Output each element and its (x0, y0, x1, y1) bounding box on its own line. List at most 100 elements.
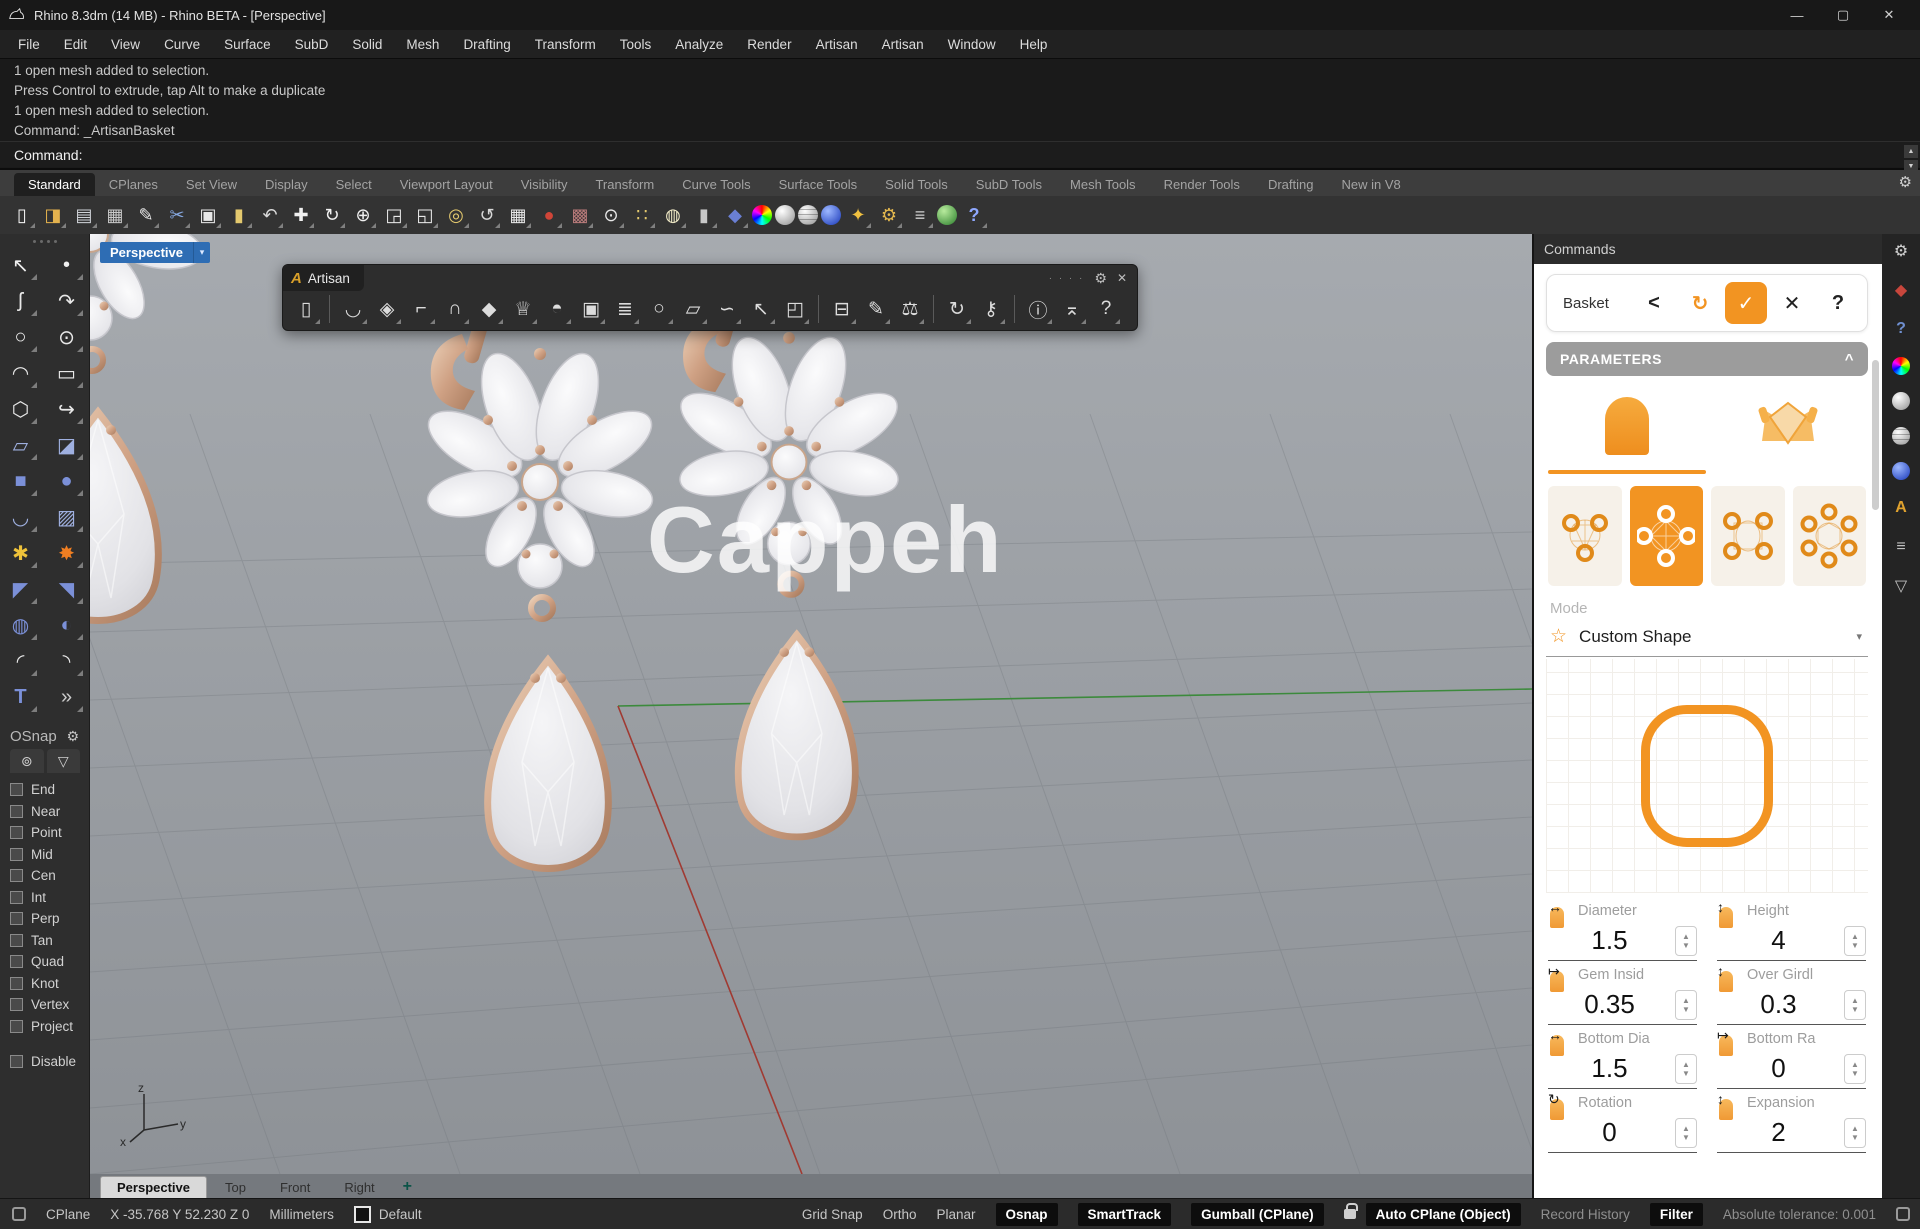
toolbar-tab[interactable]: Solid Tools (871, 173, 962, 196)
settings-gears-icon[interactable]: ⚙ (875, 201, 903, 229)
parameter-spinner[interactable]: ▲▼ (1844, 1054, 1866, 1084)
funnel-icon[interactable]: ▽ (1890, 575, 1912, 597)
menu-item[interactable]: Drafting (451, 33, 522, 56)
parameter-value[interactable]: 0 (1548, 1117, 1671, 1148)
status-item[interactable]: Gumball (CPlane) (1191, 1203, 1324, 1226)
basket-icon[interactable]: ◓ (542, 294, 572, 324)
status-item[interactable]: Osnap (996, 1203, 1058, 1226)
paste-icon[interactable]: ▮ (225, 201, 253, 229)
status-item[interactable]: Filter (1650, 1203, 1703, 1226)
osnap-checkbox[interactable] (10, 998, 23, 1011)
osnap-checkbox[interactable] (10, 869, 23, 882)
eternity-ring-icon[interactable]: ○ (644, 294, 674, 324)
select-cursor-icon[interactable]: ↖ (3, 248, 39, 282)
scroll-up-icon[interactable]: ▲ (1904, 145, 1918, 158)
record-history-icon[interactable]: ≡ (906, 201, 934, 229)
tutorials-icon[interactable]: ⌅ (1057, 294, 1087, 324)
save-icon[interactable]: ▤ (70, 201, 98, 229)
edit-notes-icon[interactable]: ✎ (132, 201, 160, 229)
osnap-checkbox[interactable] (10, 1020, 23, 1033)
viewport-tab[interactable]: Perspective (100, 1176, 207, 1198)
sketch-pencil-icon[interactable]: ✎ (861, 294, 891, 324)
menu-item[interactable]: Surface (212, 33, 283, 56)
parameter-spinner[interactable]: ▲▼ (1844, 926, 1866, 956)
osnap-item[interactable]: Near (10, 801, 83, 823)
gemstone-icon[interactable]: ◆ (474, 294, 504, 324)
boolean-union-icon[interactable]: ◍ (3, 608, 39, 642)
curve-tools-icon[interactable]: ↷ (49, 284, 85, 318)
osnap-disable-checkbox[interactable] (10, 1055, 23, 1068)
toolbar-gear-icon[interactable]: ⚙ (1899, 173, 1912, 191)
selection-filter-icon[interactable]: ∷ (628, 201, 656, 229)
named-view-icon[interactable]: ▩ (566, 201, 594, 229)
display-shield-icon[interactable]: ◆ (721, 201, 749, 229)
toolbar-tab[interactable]: SubD Tools (962, 173, 1056, 196)
menu-item[interactable]: Render (735, 33, 803, 56)
more-tools-icon[interactable]: » (49, 680, 85, 714)
shape-preview[interactable] (1546, 659, 1868, 893)
collapse-chevron-icon[interactable]: ^ (1845, 351, 1854, 368)
confirm-button[interactable]: ✓ (1725, 282, 1767, 324)
fillet-tool-icon[interactable]: ✱ (3, 536, 39, 570)
split-tool-icon[interactable]: ◥ (49, 572, 85, 606)
copy-icon[interactable]: ▣ (194, 201, 222, 229)
menu-item[interactable]: Mesh (394, 33, 451, 56)
viewport-layout-icon[interactable]: ▦ (504, 201, 532, 229)
toolbar-tab[interactable]: Transform (581, 173, 668, 196)
osnap-item[interactable]: Mid (10, 844, 83, 866)
prong-style-3[interactable] (1548, 486, 1622, 586)
help-book-icon[interactable]: ? (1890, 318, 1912, 340)
toolbar-tab[interactable]: Surface Tools (765, 173, 872, 196)
curve-blend-icon[interactable]: ↪ (49, 392, 85, 426)
sync-icon[interactable]: ↻ (942, 294, 972, 324)
viewport-tab[interactable]: Right (328, 1177, 390, 1198)
viewport-tab[interactable]: Top (209, 1177, 262, 1198)
zoom-dynamic-icon[interactable]: ⊕ (349, 201, 377, 229)
osnap-disable[interactable]: Disable (10, 1051, 83, 1073)
command-prompt[interactable]: Command: (0, 141, 1920, 167)
osnap-checkbox[interactable] (10, 805, 23, 818)
control-point-curve-icon[interactable]: ʃ (3, 284, 39, 318)
osnap-item[interactable]: End (10, 779, 83, 801)
prong-style-4-square[interactable] (1711, 486, 1785, 586)
shank-icon[interactable]: ⌐ (406, 294, 436, 324)
grid-sphere-icon[interactable] (1892, 427, 1910, 445)
menu-item[interactable]: Curve (152, 33, 212, 56)
toolbar-tab[interactable]: Render Tools (1150, 173, 1254, 196)
viewport-label-caret-icon[interactable]: ▾ (193, 242, 210, 263)
box-tool-icon[interactable]: ■ (3, 464, 39, 498)
tab-prong-shape[interactable] (1546, 382, 1707, 470)
prong-style-4[interactable] (1630, 486, 1704, 586)
toolbar-tab[interactable]: Set View (172, 173, 251, 196)
lock-icon[interactable]: ▮ (690, 201, 718, 229)
car-display-icon[interactable]: ● (535, 201, 563, 229)
weight-calculator-icon[interactable]: ⚖ (895, 294, 925, 324)
status-item[interactable]: Millimeters (269, 1207, 334, 1222)
display-sphere-icon[interactable] (1892, 392, 1910, 410)
tab-basket-shape[interactable] (1707, 382, 1868, 470)
status-item[interactable]: SmartTrack (1078, 1203, 1172, 1226)
parameter-value[interactable]: 0.35 (1548, 989, 1671, 1020)
strip-color-wheel-icon[interactable] (1892, 357, 1910, 375)
artisan-tab[interactable]: A Artisan (283, 265, 364, 291)
undo-view-icon[interactable]: ↺ (473, 201, 501, 229)
parameter-spinner[interactable]: ▲▼ (1844, 990, 1866, 1020)
render-icon[interactable] (937, 205, 957, 225)
fillet-curve-icon[interactable]: ◜ (3, 644, 39, 678)
artisan-a-icon[interactable]: A (1890, 497, 1912, 519)
circle-tool-icon[interactable]: ○ (3, 320, 39, 354)
toolbar-tab[interactable]: Curve Tools (668, 173, 764, 196)
materials-icon[interactable]: ◆ (1890, 279, 1912, 301)
panel-scrollbar[interactable] (1872, 360, 1879, 510)
viewport-label-text[interactable]: Perspective (100, 242, 193, 263)
osnap-item[interactable]: Tan (10, 930, 83, 952)
toolbar-tab[interactable]: CPlanes (95, 173, 172, 196)
swoosh-icon[interactable]: ∽ (712, 294, 742, 324)
osnap-item[interactable]: Int (10, 887, 83, 909)
back-button[interactable]: < (1633, 282, 1675, 324)
fillet-edge-icon[interactable]: ◝ (49, 644, 85, 678)
layers-icon[interactable]: ≡ (1890, 536, 1912, 558)
menu-item[interactable]: Solid (340, 33, 394, 56)
sidebar-grip[interactable] (0, 234, 89, 248)
smart-select-icon[interactable]: ↖ (746, 294, 776, 324)
